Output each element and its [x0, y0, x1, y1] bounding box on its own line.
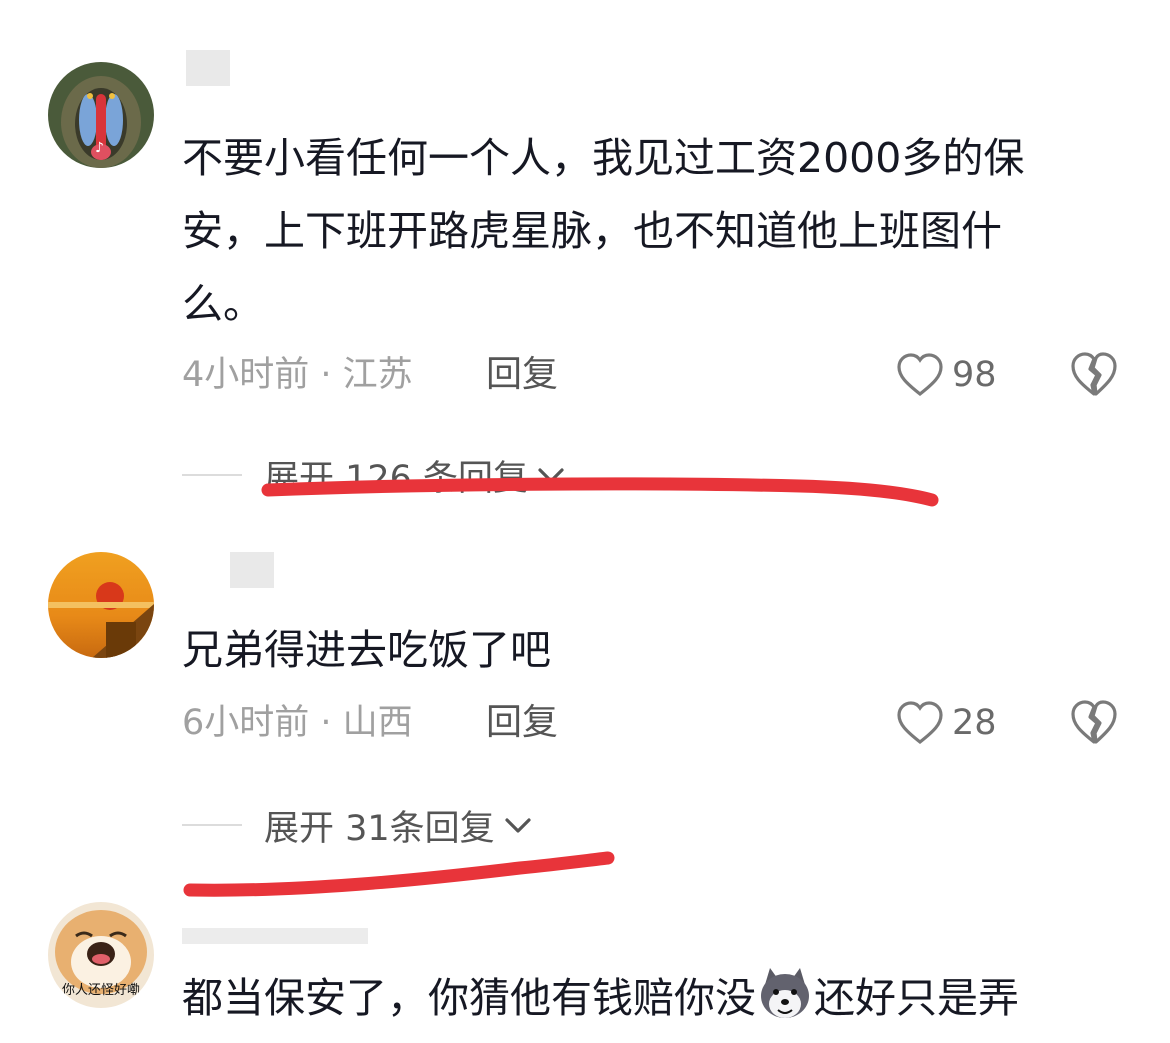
expand-replies-button[interactable]: 展开 126 条回复 [182, 450, 568, 500]
avatar[interactable]: 你人还怪好嘞 [48, 902, 154, 1008]
redaction-block [186, 50, 230, 86]
expand-replies-label: 展开 31条回复 [264, 808, 495, 849]
divider-line [182, 824, 242, 826]
expand-replies-button[interactable]: 展开 31条回复 [182, 800, 535, 850]
comment-text: 兄弟得进去吃饭了吧 [182, 626, 551, 674]
like-button[interactable]: 98 [896, 350, 997, 400]
svg-text:♪: ♪ [95, 140, 104, 156]
avatar[interactable]: ♪ [48, 62, 154, 168]
avatar-caption: 你人还怪好嘞 [62, 983, 140, 998]
reply-button[interactable]: 回复 [486, 698, 558, 748]
avatar[interactable] [48, 552, 154, 658]
dog-meme-avatar-image: 你人还怪好嘞 [48, 902, 154, 1008]
reply-button[interactable]: 回复 [486, 350, 558, 400]
expand-replies-label: 展开 126 条回复 [264, 458, 529, 499]
redaction-block [230, 552, 274, 588]
comment-text: 不要小看任何一个人，我见过工资2000多的保安，上下班开路虎星脉，也不知道他上班… [182, 134, 1025, 328]
mandrill-avatar-image: ♪ [48, 62, 154, 168]
comment-text-part: 都当保安了，你猜他有钱赔你没 [182, 974, 756, 1022]
heart-icon [897, 353, 943, 397]
comment-meta: 6小时前 · 山西 [182, 703, 413, 743]
divider-line [182, 474, 242, 476]
chevron-down-icon [538, 468, 564, 483]
like-count: 98 [952, 355, 997, 395]
broken-heart-icon[interactable] [1070, 698, 1118, 746]
comment-text: 都当保安了，你猜他有钱赔你没 还好只是弄 [182, 962, 1142, 1035]
red-underline-2 [183, 851, 615, 897]
husky-emoji-icon [761, 968, 809, 1018]
comment-meta: 4小时前 · 江苏 [182, 355, 413, 395]
heart-icon [897, 701, 943, 745]
username-redacted[interactable] [182, 550, 382, 588]
like-count: 28 [952, 703, 997, 743]
sunset-avatar-image [48, 552, 154, 658]
like-button[interactable]: 28 [896, 698, 997, 748]
chevron-down-icon [505, 818, 531, 833]
broken-heart-icon[interactable] [1070, 350, 1118, 398]
comment-text-part: 还好只是弄 [814, 974, 1019, 1022]
redaction-block [182, 928, 368, 944]
username-redacted[interactable] [182, 48, 342, 86]
username-redacted[interactable] [182, 918, 382, 944]
